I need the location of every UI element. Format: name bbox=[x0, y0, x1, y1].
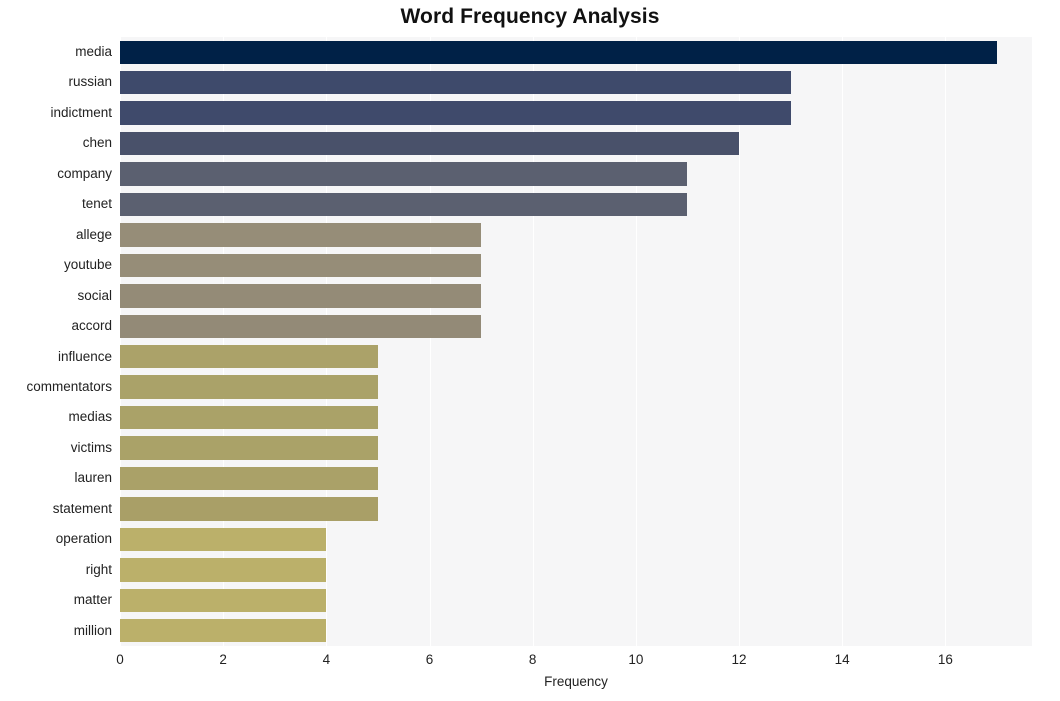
bar-row[interactable] bbox=[120, 463, 1032, 493]
bar[interactable] bbox=[120, 223, 482, 247]
bar[interactable] bbox=[120, 131, 739, 156]
bar[interactable] bbox=[120, 314, 482, 338]
bar[interactable] bbox=[120, 101, 791, 125]
y-axis-tick-label: chen bbox=[82, 135, 112, 151]
bar-row[interactable] bbox=[120, 524, 1032, 554]
y-axis-tick-label: victims bbox=[70, 439, 112, 455]
bar[interactable] bbox=[120, 588, 327, 613]
y-axis-tick-label: tenet bbox=[81, 196, 112, 212]
bar[interactable] bbox=[120, 70, 791, 95]
bar-row[interactable] bbox=[120, 372, 1032, 402]
bar[interactable] bbox=[120, 284, 482, 308]
bar-row[interactable] bbox=[120, 128, 1032, 158]
bar-row[interactable] bbox=[120, 342, 1032, 372]
y-axis-tick-label: social bbox=[77, 287, 112, 303]
bar[interactable] bbox=[120, 345, 378, 369]
x-axis-tick-label: 14 bbox=[834, 652, 850, 667]
bar-row[interactable] bbox=[120, 402, 1032, 432]
x-axis-tick-label: 8 bbox=[528, 652, 537, 667]
y-axis-tick-label: million bbox=[73, 622, 112, 638]
x-axis-title: Frequency bbox=[544, 674, 608, 689]
y-axis-tick-label: company bbox=[57, 165, 112, 181]
x-axis-tick-label: 10 bbox=[628, 652, 644, 667]
bar[interactable] bbox=[120, 436, 378, 460]
bar[interactable] bbox=[120, 40, 997, 64]
bar-row[interactable] bbox=[120, 37, 1032, 67]
bar-row[interactable] bbox=[120, 67, 1032, 97]
y-axis-tick-label: allege bbox=[75, 226, 112, 242]
bar-row[interactable] bbox=[120, 281, 1032, 311]
y-axis-tick-label: matter bbox=[73, 592, 112, 608]
bar[interactable] bbox=[120, 192, 688, 217]
bar[interactable] bbox=[120, 558, 327, 582]
x-axis-tick-labels: 0 2 4 6 8 10 12 14 16 bbox=[0, 646, 1060, 676]
y-axis-tick-label: indictment bbox=[50, 104, 112, 120]
bar-row[interactable] bbox=[120, 250, 1032, 280]
bar-row[interactable] bbox=[120, 159, 1032, 189]
bar[interactable] bbox=[120, 527, 327, 552]
bar-row[interactable] bbox=[120, 555, 1032, 585]
bar[interactable] bbox=[120, 405, 378, 430]
x-axis-tick-label: 2 bbox=[219, 652, 227, 667]
chart-figure: Word Frequency Analysis media russian indi… bbox=[0, 0, 1060, 701]
y-axis-tick-label: commentators bbox=[26, 378, 112, 394]
bar[interactable] bbox=[120, 497, 378, 521]
bar-row[interactable] bbox=[120, 189, 1032, 219]
bar-row[interactable] bbox=[120, 433, 1032, 463]
x-axis-tick-label: 0 bbox=[116, 652, 124, 667]
bar[interactable] bbox=[120, 253, 482, 278]
y-axis-tick-label: accord bbox=[71, 318, 112, 334]
y-axis-tick-label: medias bbox=[68, 409, 112, 425]
bar[interactable] bbox=[120, 162, 688, 186]
bar-row[interactable] bbox=[120, 616, 1032, 646]
bar[interactable] bbox=[120, 466, 378, 491]
x-axis-tick-label: 4 bbox=[322, 652, 331, 667]
x-axis-tick-label: 6 bbox=[425, 652, 434, 667]
plot-area bbox=[120, 37, 1032, 646]
y-axis-tick-label: media bbox=[75, 44, 112, 59]
bar-row[interactable] bbox=[120, 585, 1032, 615]
y-axis-tick-label: right bbox=[85, 561, 112, 577]
y-axis-tick-labels: media russian indictment chen company tenet al… bbox=[0, 37, 112, 646]
y-axis-tick-label: statement bbox=[52, 500, 112, 516]
bar-row[interactable] bbox=[120, 220, 1032, 250]
y-axis-tick-label: operation bbox=[55, 531, 112, 547]
y-axis-tick-label: russian bbox=[68, 74, 112, 90]
x-axis-tick-label: 16 bbox=[937, 652, 953, 667]
bar[interactable] bbox=[120, 619, 327, 643]
x-axis-tick-label: 12 bbox=[731, 652, 747, 667]
y-axis-tick-label: influence bbox=[57, 348, 112, 364]
y-axis-tick-label: youtube bbox=[63, 257, 112, 273]
y-axis-tick-label: lauren bbox=[74, 470, 112, 486]
bar-row[interactable] bbox=[120, 494, 1032, 524]
bar[interactable] bbox=[120, 375, 378, 399]
page-title: Word Frequency Analysis bbox=[400, 5, 660, 28]
bar-row[interactable] bbox=[120, 98, 1032, 128]
bar-row[interactable] bbox=[120, 311, 1032, 341]
